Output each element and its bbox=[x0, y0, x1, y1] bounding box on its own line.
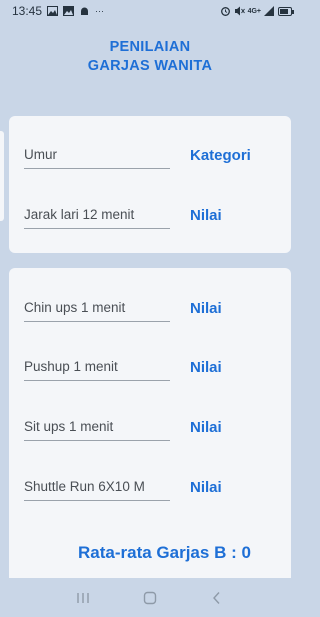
image-icon bbox=[47, 6, 59, 16]
run-distance-input[interactable]: Jarak lari 12 menit bbox=[24, 205, 170, 229]
age-input[interactable]: Umur bbox=[24, 145, 170, 169]
status-left: 13:45 ··· bbox=[12, 4, 104, 18]
side-panel-edge bbox=[0, 131, 4, 221]
page-title: PENILAIAN GARJAS WANITA bbox=[0, 38, 300, 76]
shuttle-run-score-label: Nilai bbox=[190, 479, 222, 496]
back-icon bbox=[212, 591, 220, 604]
back-button[interactable] bbox=[202, 583, 232, 613]
run-score-label: Nilai bbox=[190, 207, 222, 224]
home-icon bbox=[143, 591, 157, 604]
battery-icon bbox=[278, 6, 294, 16]
status-right: 4G+ bbox=[220, 6, 294, 16]
recent-apps-button[interactable] bbox=[68, 583, 98, 613]
chinups-input[interactable]: Chin ups 1 menit bbox=[24, 298, 170, 322]
alarm-icon bbox=[220, 7, 230, 16]
home-button[interactable] bbox=[135, 583, 165, 613]
page-title-line1: PENILAIAN bbox=[109, 39, 191, 55]
status-more: ··· bbox=[95, 6, 105, 16]
navigation-bar bbox=[0, 578, 300, 617]
android-icon bbox=[81, 7, 89, 15]
category-label: Kategori bbox=[190, 147, 251, 164]
photo-icon bbox=[63, 6, 75, 16]
recent-apps-icon bbox=[77, 592, 90, 603]
situps-score-label: Nilai bbox=[190, 419, 222, 436]
average-score-summary: Rata-rata Garjas B : 0 bbox=[78, 543, 251, 562]
page-title-line2: GARJAS WANITA bbox=[87, 58, 213, 74]
input-card-primary bbox=[9, 116, 291, 253]
pushup-input[interactable]: Pushup 1 menit bbox=[24, 357, 170, 381]
signal-icon bbox=[264, 6, 274, 16]
mute-icon bbox=[234, 6, 245, 16]
status-bar: 13:45 ··· 4G+ bbox=[0, 0, 300, 22]
network-label: 4G+ bbox=[247, 7, 261, 15]
shuttle-run-input[interactable]: Shuttle Run 6X10 M bbox=[24, 477, 170, 501]
pushup-score-label: Nilai bbox=[190, 359, 222, 376]
status-time: 13:45 bbox=[12, 4, 43, 18]
situps-input[interactable]: Sit ups 1 menit bbox=[24, 417, 170, 441]
chinups-score-label: Nilai bbox=[190, 300, 222, 317]
